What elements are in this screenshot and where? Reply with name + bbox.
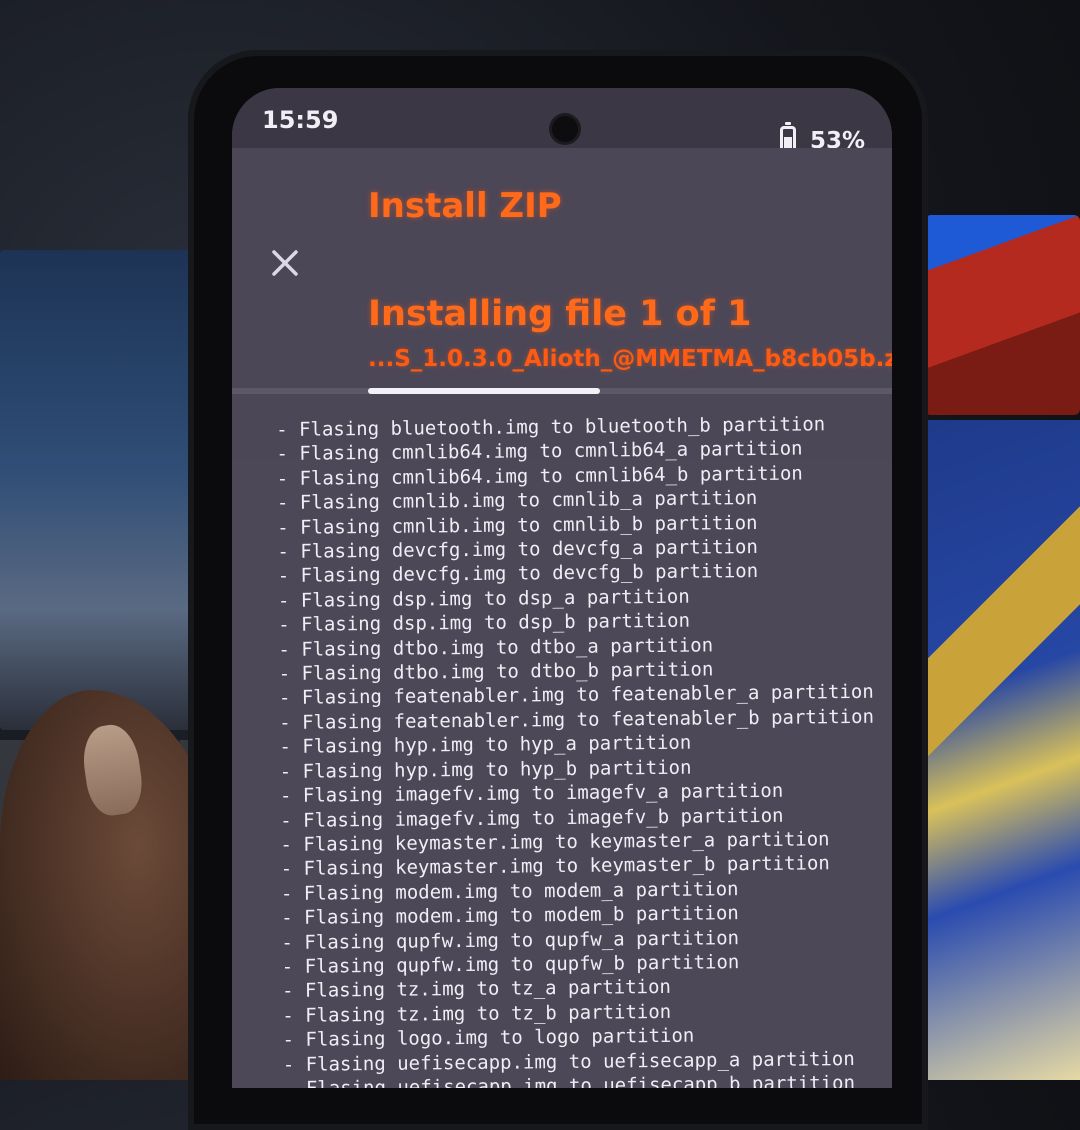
- phone-screen: 15:59 53% Install ZIP Installing file 1 …: [232, 88, 892, 1088]
- background-fabric: [920, 420, 1080, 1080]
- progress-fill: [368, 388, 600, 394]
- install-log: - Flasing bluetooth.img to bluetooth_b p…: [276, 412, 892, 1088]
- background-laptop-screen: [0, 250, 200, 730]
- page-title: Install ZIP: [368, 186, 562, 226]
- background-toy: [925, 215, 1080, 415]
- install-status: Installing file 1 of 1: [368, 294, 752, 334]
- status-time: 15:59: [262, 106, 339, 134]
- progress-bar: [232, 388, 892, 394]
- zip-file-name: ...S_1.0.3.0_Alioth_@MMETMA_b8cb05b.zip: [368, 346, 892, 372]
- close-icon[interactable]: [270, 248, 300, 278]
- front-camera: [552, 116, 578, 142]
